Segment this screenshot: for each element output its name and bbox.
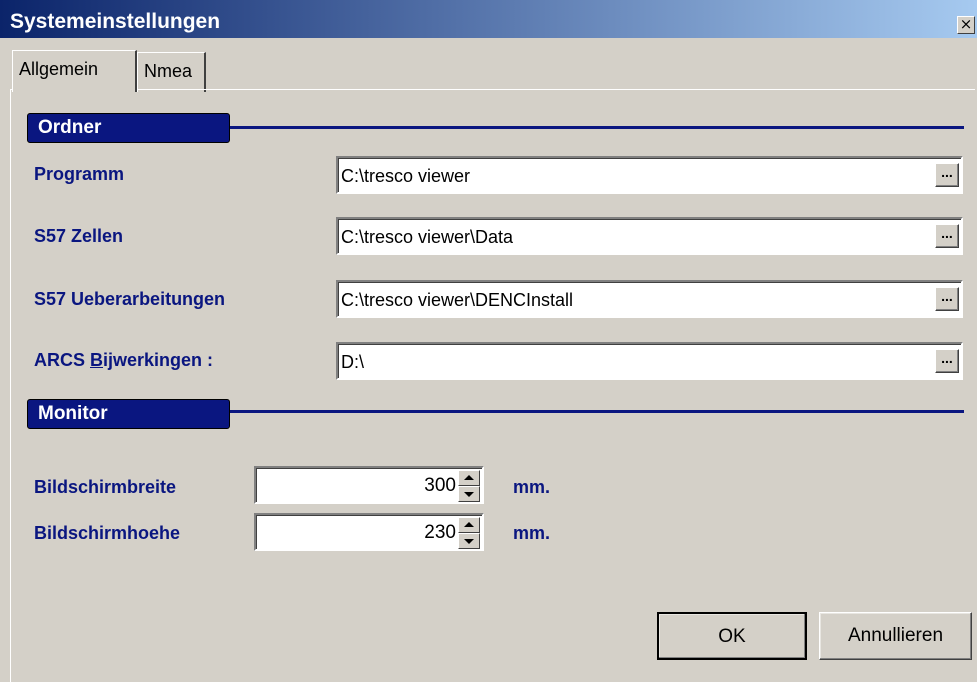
s57-ueberarbeitungen-browse-button[interactable]: ... [935,287,959,311]
arrow-down-icon [464,539,474,544]
programm-browse-button[interactable]: ... [935,163,959,187]
tab-allgemein[interactable]: Allgemein [12,50,137,92]
bildschirmbreite-spin-down-button[interactable] [458,486,480,502]
programm-path-value: C:\tresco viewer [341,166,471,186]
label-bildschirmhoehe: Bildschirmhoehe [34,523,181,543]
label-bildschirmbreite: Bildschirmbreite [34,477,177,497]
s57-ueberarbeitungen-path-value: C:\tresco viewer\DENCInstall [341,290,574,310]
label-s57-zellen: S57 Zellen [34,226,124,246]
programm-path-input[interactable]: C:\tresco viewer ... [336,156,963,194]
s57-zellen-path-input[interactable]: C:\tresco viewer\Data ... [336,217,963,255]
arcs-bijwerkingen-path-value: D:\ [341,352,365,372]
window-title: Systemeinstellungen [10,10,221,33]
section-monitor-divider [230,410,964,413]
close-button[interactable]: × [957,16,975,34]
label-s57-ueberarbeitungen: S57 Ueberarbeitungen [34,289,226,309]
s57-ueberarbeitungen-path-input[interactable]: C:\tresco viewer\DENCInstall ... [336,280,963,318]
bildschirmhoehe-spinner[interactable]: 230 [254,513,484,551]
arcs-label-rest: ijwerkingen : [103,350,214,370]
section-ordner-divider [230,126,964,129]
arcs-label-prefix: ARCS [34,350,91,370]
ok-button[interactable]: OK [657,612,807,660]
arcs-bijwerkingen-path-input[interactable]: D:\ ... [336,342,963,380]
arrow-up-icon [464,475,474,480]
arrow-up-icon [464,522,474,527]
arcs-label-mnemonic: B [90,350,104,370]
arrow-down-icon [464,492,474,497]
bildschirmbreite-unit: mm. [513,477,551,497]
section-ordner-header: Ordner [27,113,230,143]
label-programm: Programm [34,164,125,184]
arcs-bijwerkingen-browse-button[interactable]: ... [935,349,959,373]
bildschirmbreite-value: 300 [424,475,456,496]
cancel-button[interactable]: Annullieren [819,612,972,660]
bildschirmhoehe-spin-up-button[interactable] [458,517,480,533]
s57-zellen-path-value: C:\tresco viewer\Data [341,227,514,247]
bildschirmbreite-spin-up-button[interactable] [458,470,480,486]
bildschirmhoehe-value: 230 [424,522,456,543]
bildschirmhoehe-unit: mm. [513,523,551,543]
title-bar: Systemeinstellungen × [0,0,977,38]
bildschirmhoehe-spin-down-button[interactable] [458,533,480,549]
s57-zellen-browse-button[interactable]: ... [935,224,959,248]
section-monitor-header: Monitor [27,399,230,429]
bildschirmbreite-spinner[interactable]: 300 [254,466,484,504]
label-arcs-bijwerkingen: ARCS Bijwerkingen : [34,350,213,371]
tab-nmea[interactable]: Nmea [137,52,206,92]
